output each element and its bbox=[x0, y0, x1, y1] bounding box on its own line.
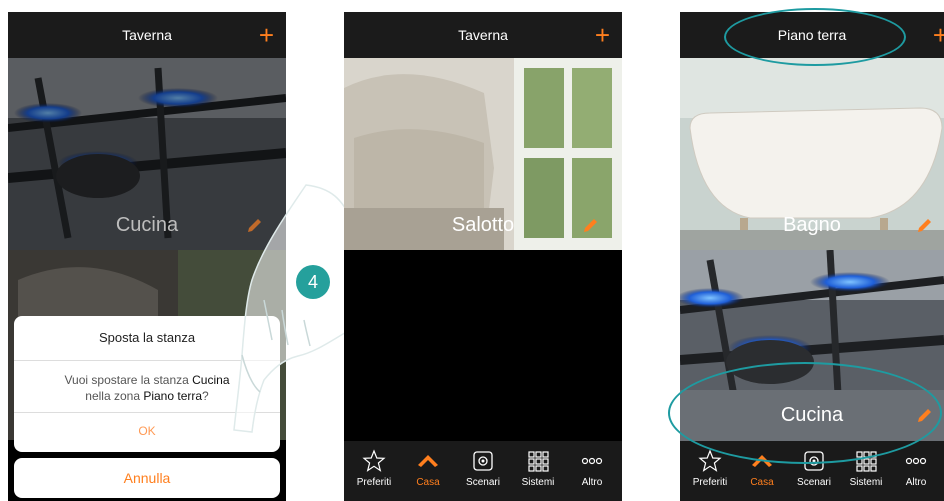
bottom-tab-bar: Preferiti Casa Scenari Sistemi Altro bbox=[344, 441, 622, 501]
more-icon bbox=[581, 457, 603, 465]
edit-pencil-icon[interactable] bbox=[580, 216, 600, 236]
edit-pencil-icon[interactable] bbox=[914, 216, 934, 236]
message-prefix: Vuoi spostare la stanza bbox=[64, 373, 193, 387]
tab-label: Sistemi bbox=[849, 477, 883, 488]
add-button[interactable]: + bbox=[259, 12, 274, 58]
header-highlight-oval bbox=[724, 8, 906, 66]
add-button[interactable]: + bbox=[933, 12, 944, 58]
tab-label: Preferiti bbox=[356, 477, 392, 488]
star-icon bbox=[362, 449, 386, 472]
tab-casa[interactable]: Casa bbox=[400, 441, 456, 501]
room-label: Bagno bbox=[783, 214, 841, 236]
tab-altro[interactable]: Altro bbox=[564, 441, 620, 501]
step-badge: 4 bbox=[296, 265, 330, 299]
header-title: Taverna bbox=[458, 27, 508, 43]
tab-label: Casa bbox=[416, 477, 440, 488]
cancel-label: Annulla bbox=[123, 470, 171, 486]
header-title: Taverna bbox=[122, 27, 172, 43]
house-icon bbox=[418, 455, 438, 467]
app-header: Taverna + bbox=[8, 12, 286, 58]
grid-icon bbox=[528, 451, 549, 472]
tab-label: Sistemi bbox=[521, 477, 555, 488]
cancel-button[interactable]: Annulla bbox=[14, 458, 280, 498]
tab-scenari[interactable]: Scenari bbox=[455, 441, 511, 501]
tab-label: Altro bbox=[905, 477, 927, 488]
room-highlight-oval bbox=[668, 362, 942, 464]
scenario-icon bbox=[473, 451, 493, 471]
message-suffix: ? bbox=[202, 389, 209, 403]
add-button[interactable]: + bbox=[595, 12, 610, 58]
message-middle: nella zona bbox=[85, 389, 144, 403]
app-header: Taverna + bbox=[344, 12, 622, 58]
phone-screen-middle: Taverna + Salotto Preferiti Casa Scenari… bbox=[344, 12, 622, 501]
room-tile-salotto[interactable]: Salotto bbox=[344, 58, 622, 250]
tab-label: Scenari bbox=[797, 477, 831, 488]
tab-sistemi[interactable]: Sistemi bbox=[510, 441, 566, 501]
message-zone: Piano terra bbox=[143, 389, 203, 403]
more-icon bbox=[905, 457, 927, 465]
tab-label: Casa bbox=[750, 477, 774, 488]
tab-label: Altro bbox=[581, 477, 603, 488]
tab-label: Scenari bbox=[466, 477, 500, 488]
room-tile-bagno[interactable]: Bagno bbox=[680, 58, 944, 250]
tab-label: Preferiti bbox=[692, 477, 728, 488]
tab-preferiti[interactable]: Preferiti bbox=[346, 441, 402, 501]
